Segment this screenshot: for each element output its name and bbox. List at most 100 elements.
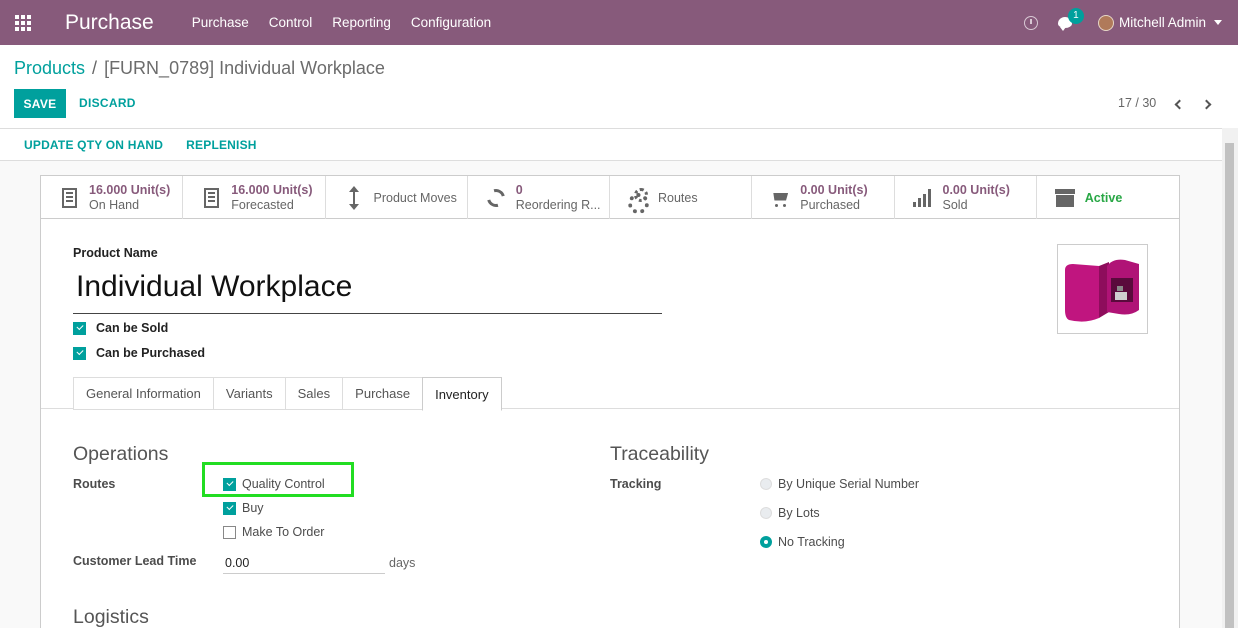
- form-sheet: 16.000 Unit(s) On Hand 16.000 Unit(s) Fo…: [40, 175, 1180, 628]
- traceability-title: Traceability: [610, 443, 709, 465]
- on-hand-label: On Hand: [89, 197, 140, 212]
- form-header: UPDATE QTY ON HAND REPLENISH: [0, 129, 1222, 161]
- tab-purchase[interactable]: Purchase: [342, 377, 423, 410]
- user-avatar: [1097, 14, 1114, 31]
- route-quality-control-checkbox[interactable]: [223, 477, 236, 491]
- save-button[interactable]: SAVE: [14, 89, 66, 118]
- discard-button[interactable]: DISCARD: [79, 89, 136, 118]
- update-qty-button[interactable]: UPDATE QTY ON HAND: [24, 138, 163, 152]
- tab-inventory[interactable]: Inventory: [422, 377, 502, 411]
- can-be-sold-row: Can be Sold: [73, 321, 168, 335]
- breadcrumb-separator: /: [92, 58, 98, 78]
- sold-value: 0.00 Unit(s): [942, 182, 1010, 197]
- tracking-lots-option: By Lots: [760, 506, 820, 520]
- can-be-purchased-checkbox[interactable]: [73, 346, 86, 360]
- lead-time-unit: days: [389, 556, 416, 570]
- can-be-purchased-label[interactable]: Can be Purchased: [96, 346, 205, 360]
- user-menu[interactable]: Mitchell Admin: [1097, 14, 1222, 31]
- menu-control[interactable]: Control: [259, 0, 323, 45]
- tracking-none-label[interactable]: No Tracking: [778, 535, 845, 549]
- routes-button[interactable]: Routes: [610, 176, 753, 219]
- sold-label: Sold: [942, 197, 968, 212]
- chat-count-badge: 1: [1067, 8, 1084, 24]
- top-navbar: Purchase Purchase Control Reporting Conf…: [0, 0, 1238, 45]
- main-menu: Purchase Control Reporting Configuration: [182, 0, 501, 45]
- apps-menu-icon[interactable]: [0, 0, 46, 45]
- product-moves-label: Product Moves: [373, 190, 457, 205]
- can-be-sold-checkbox[interactable]: [73, 321, 86, 335]
- pager-previous-button[interactable]: [1172, 97, 1186, 111]
- logistics-title: Logistics: [73, 606, 149, 628]
- forecasted-button[interactable]: 16.000 Unit(s) Forecasted: [183, 176, 326, 219]
- lead-time-input[interactable]: 0.00: [223, 552, 385, 574]
- purchased-value: 0.00 Unit(s): [800, 182, 868, 197]
- route-make-to-order: Make To Order: [223, 525, 324, 539]
- tracking-label: Tracking: [610, 477, 662, 491]
- on-hand-button[interactable]: 16.000 Unit(s) On Hand: [41, 176, 184, 219]
- reordering-value: 0: [515, 182, 523, 197]
- lead-time-label: Customer Lead Time: [73, 554, 197, 568]
- tracking-serial-label[interactable]: By Unique Serial Number: [778, 477, 919, 491]
- cart-icon: [770, 191, 790, 207]
- tracking-none-option: No Tracking: [760, 535, 845, 549]
- sold-button[interactable]: 0.00 Unit(s) Sold: [895, 176, 1037, 219]
- activity-clock-icon[interactable]: [1023, 15, 1038, 30]
- can-be-purchased-row: Can be Purchased: [73, 346, 205, 360]
- route-quality-control: Quality Control: [223, 477, 325, 491]
- replenish-button[interactable]: REPLENISH: [186, 138, 256, 152]
- building-icon: [61, 187, 77, 208]
- forecasted-value: 16.000 Unit(s): [231, 182, 313, 197]
- smart-button-box: 16.000 Unit(s) On Hand 16.000 Unit(s) Fo…: [41, 176, 1179, 219]
- forecasted-label: Forecasted: [231, 197, 294, 212]
- routes-label: Routes: [658, 190, 698, 205]
- tracking-serial-radio[interactable]: [760, 478, 772, 490]
- route-make-to-order-label[interactable]: Make To Order: [242, 525, 324, 539]
- tracking-serial-option: By Unique Serial Number: [760, 477, 919, 491]
- purchased-button[interactable]: 0.00 Unit(s) Purchased: [752, 176, 895, 219]
- breadcrumb: Products / [FURN_0789] Individual Workpl…: [14, 58, 385, 79]
- product-name-input[interactable]: Individual Workplace: [73, 266, 662, 314]
- route-buy: Buy: [223, 501, 264, 515]
- pager-value[interactable]: 17 / 30: [1118, 96, 1156, 110]
- arrows-v-icon: [348, 185, 359, 210]
- tracking-none-radio[interactable]: [760, 536, 772, 548]
- app-brand[interactable]: Purchase: [65, 11, 154, 35]
- signal-icon: [912, 188, 933, 207]
- can-be-sold-label[interactable]: Can be Sold: [96, 321, 168, 335]
- tab-sales[interactable]: Sales: [284, 377, 343, 410]
- on-hand-value: 16.000 Unit(s): [89, 182, 171, 197]
- gears-icon: [628, 187, 649, 214]
- archive-icon: [1054, 188, 1075, 207]
- tracking-lots-label[interactable]: By Lots: [778, 506, 820, 520]
- active-label: Active: [1084, 190, 1123, 205]
- product-photo: [1061, 248, 1144, 330]
- tracking-lots-radio[interactable]: [760, 507, 772, 519]
- notebook-tabs: General Information Variants Sales Purch…: [73, 377, 502, 411]
- refresh-icon: [483, 185, 509, 210]
- menu-reporting[interactable]: Reporting: [322, 0, 401, 45]
- route-quality-control-label[interactable]: Quality Control: [242, 477, 325, 491]
- reordering-label: Reordering R...: [515, 197, 601, 212]
- tab-variants[interactable]: Variants: [212, 377, 285, 410]
- messaging-menu[interactable]: 1: [1057, 8, 1084, 31]
- menu-purchase[interactable]: Purchase: [182, 0, 259, 45]
- purchased-label: Purchased: [800, 197, 861, 212]
- active-toggle-button[interactable]: Active: [1037, 176, 1179, 219]
- tab-general-information[interactable]: General Information: [73, 377, 213, 410]
- chevron-right-icon: [1201, 99, 1211, 109]
- breadcrumb-current: [FURN_0789] Individual Workplace: [104, 58, 385, 78]
- product-image[interactable]: [1057, 244, 1148, 334]
- building-icon: [203, 187, 219, 208]
- breadcrumb-products[interactable]: Products: [14, 58, 85, 79]
- chevron-left-icon: [1174, 99, 1184, 109]
- pager-next-button[interactable]: [1199, 97, 1213, 111]
- routes-field-label: Routes: [73, 477, 116, 491]
- scrollbar-thumb[interactable]: [1225, 143, 1234, 628]
- product-name-label: Product Name: [73, 246, 158, 260]
- route-buy-checkbox[interactable]: [223, 501, 236, 515]
- route-make-to-order-checkbox[interactable]: [223, 525, 236, 539]
- menu-configuration[interactable]: Configuration: [401, 0, 501, 45]
- product-moves-button[interactable]: Product Moves: [326, 176, 468, 219]
- route-buy-label[interactable]: Buy: [242, 501, 264, 515]
- reordering-rules-button[interactable]: 0 Reordering R...: [468, 176, 610, 219]
